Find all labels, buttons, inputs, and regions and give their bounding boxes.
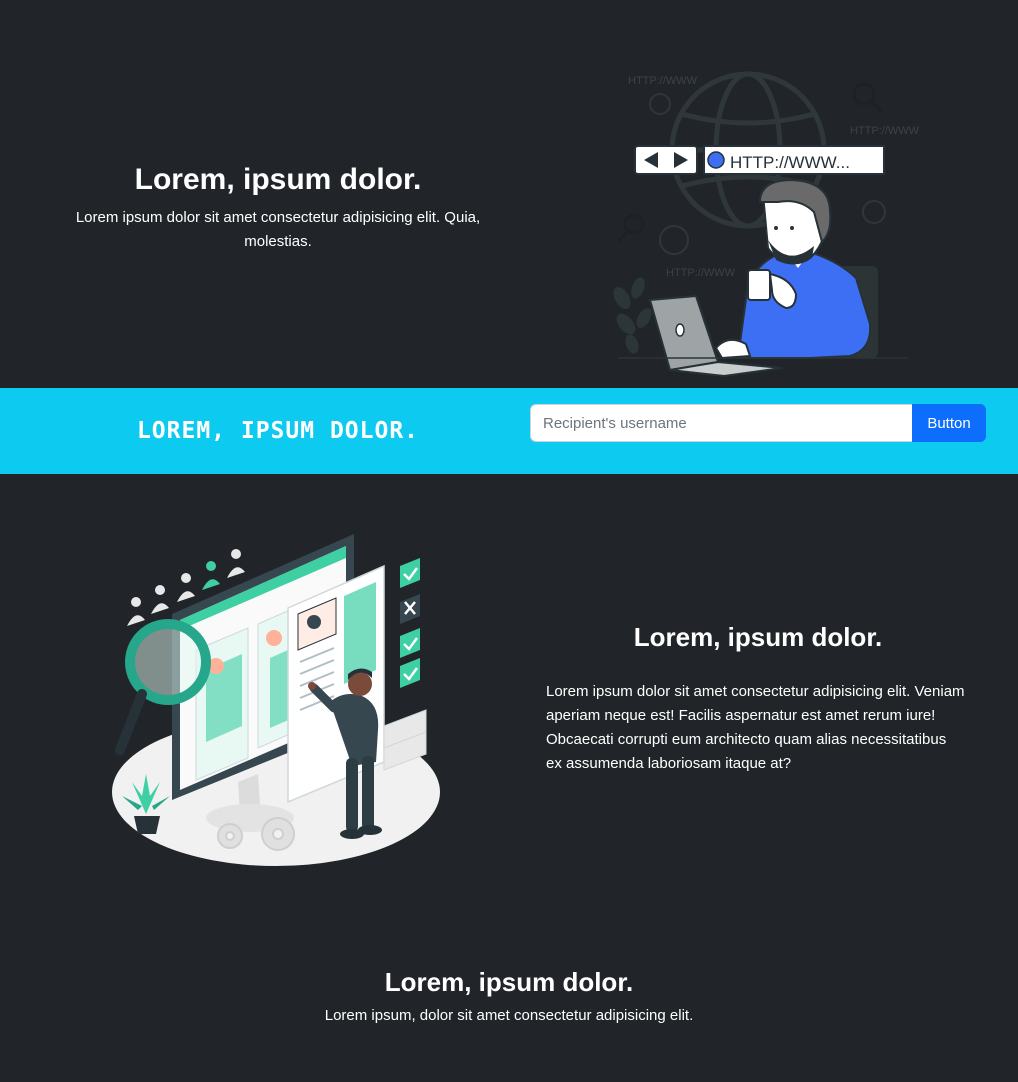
browser-nav-buttons xyxy=(634,145,698,175)
hero-section: Lorem, ipsum dolor. Lorem ipsum dolor si… xyxy=(0,0,1018,388)
feature-text: Lorem, ipsum dolor. Lorem ipsum dolor si… xyxy=(546,620,966,776)
closing-title: Lorem, ipsum dolor. xyxy=(384,967,634,997)
coffee-mug-icon xyxy=(747,269,771,301)
submit-button[interactable]: Button xyxy=(912,404,986,442)
closing-section: Lorem, ipsum dolor. Lorem ipsum, dolor s… xyxy=(0,964,1018,1028)
feature-section: Lorem, ipsum dolor. Lorem ipsum dolor si… xyxy=(0,474,1018,894)
feature-title: Lorem, ipsum dolor. xyxy=(633,622,883,652)
web-browsing-illustration: HTTP://WWW HTTP://WWW HTTP://WWW HTTP://… xyxy=(613,71,920,378)
recipient-username-input[interactable] xyxy=(530,404,912,442)
url-text: HTTP://WWW... xyxy=(730,153,850,172)
checklist-icons xyxy=(400,558,420,688)
bg-url-label: HTTP://WWW xyxy=(666,267,736,279)
feature-description: Lorem ipsum dolor sit amet consectetur a… xyxy=(546,683,965,772)
bg-url-label: HTTP://WWW xyxy=(628,75,698,87)
url-bar: HTTP://WWW... xyxy=(703,145,885,175)
globe-icon xyxy=(707,151,725,169)
closing-description: Lorem ipsum, dolor sit amet consectetur … xyxy=(324,1007,694,1024)
avatar xyxy=(266,630,282,646)
newsletter-band: LOREM, IPSUM DOLOR. Button xyxy=(0,388,1018,474)
username-input-group: Button xyxy=(530,404,986,442)
bg-url-label: HTTP://WWW xyxy=(850,125,920,137)
hero-text: Lorem, ipsum dolor. Lorem ipsum dolor si… xyxy=(40,160,516,254)
hero-description: Lorem ipsum dolor sit amet consectetur a… xyxy=(75,209,481,250)
hero-title: Lorem, ipsum dolor. xyxy=(134,163,422,196)
plant-icon xyxy=(613,277,652,354)
band-title: LOREM, IPSUM DOLOR. xyxy=(136,418,420,444)
candidate-review-illustration xyxy=(112,534,440,866)
